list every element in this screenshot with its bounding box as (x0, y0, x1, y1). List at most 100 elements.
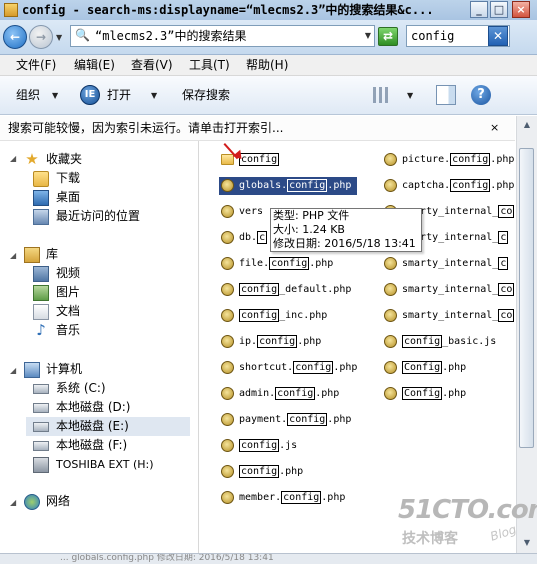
refresh-button[interactable]: ⇄ (378, 27, 398, 46)
organize-dropdown-icon[interactable]: ▼ (52, 91, 58, 100)
clear-search-button[interactable]: ✕ (488, 26, 508, 46)
preview-pane-icon[interactable] (436, 85, 456, 105)
nav-recent-places[interactable]: 最近访问的位置 (30, 207, 190, 226)
nav-drive-h[interactable]: TOSHIBA EXT (H:) (30, 455, 190, 474)
nav-documents[interactable]: 文档 (30, 302, 190, 321)
result-item[interactable]: payment. config .php (219, 411, 357, 429)
scroll-up-icon[interactable]: ▲ (520, 118, 534, 132)
expand-computer-icon[interactable]: ◢ (10, 366, 16, 375)
nav-drive-f[interactable]: 本地磁盘 (F:) (30, 436, 190, 455)
result-item[interactable]: smarty_internal_ c (382, 255, 515, 273)
nav-label: 下载 (56, 171, 81, 185)
result-item[interactable]: captcha. config .php (382, 177, 515, 195)
nav-pictures[interactable]: 图片 (30, 283, 190, 302)
title-bar: config - search-ms:displayname=“mlecms2.… (0, 0, 537, 20)
menu-file[interactable]: 文件(F) (16, 55, 56, 75)
minimize-button[interactable]: _ (470, 1, 488, 18)
result-item[interactable]: smarty_internal_ co (382, 281, 515, 299)
navigation-pane: ◢ ★ 收藏夹 下载 桌面 最近访问的位置 ◢ 库 视频 图片 文档 ♪ 音乐 … (0, 141, 199, 553)
search-match-highlight: config (239, 439, 280, 452)
nav-videos[interactable]: 视频 (30, 264, 190, 283)
result-item[interactable]: admin. config .php (219, 385, 357, 403)
result-filename: ip. config .php (239, 333, 321, 351)
address-field[interactable]: 🔍 “mlecms2.3”中的搜索结果 ▼ (70, 25, 375, 47)
nav-downloads[interactable]: 下载 (30, 169, 190, 188)
search-match-highlight: c (498, 257, 509, 270)
result-item[interactable]: config .js (219, 437, 357, 455)
result-filename: smarty_internal_ co (402, 307, 515, 325)
php-file-icon (221, 205, 234, 218)
result-item[interactable]: config _inc.php (219, 307, 357, 325)
save-search-button[interactable]: 保存搜索 (182, 76, 230, 114)
nav-network[interactable]: 网络 (20, 492, 190, 511)
search-match-highlight: co (498, 205, 515, 218)
tooltip-modified: 修改日期: 2016/5/18 13:41 (273, 237, 416, 250)
result-filename: admin. config .php (239, 385, 339, 403)
nav-drive-d[interactable]: 本地磁盘 (D:) (30, 398, 190, 417)
address-dropdown-icon[interactable]: ▼ (365, 26, 371, 46)
system-drive-icon (33, 384, 49, 394)
result-item[interactable]: config _default.php (219, 281, 357, 299)
nav-music[interactable]: ♪ 音乐 (30, 321, 190, 340)
vertical-scrollbar[interactable]: ▲ ▼ (516, 116, 537, 553)
expand-libraries-icon[interactable]: ◢ (10, 251, 16, 260)
nav-label: 网络 (46, 494, 71, 508)
help-icon[interactable]: ? (471, 85, 491, 105)
nav-label: 最近访问的位置 (56, 209, 141, 223)
search-match-highlight: c (257, 231, 268, 244)
php-file-icon (221, 179, 234, 192)
result-item[interactable]: globals. config .php (219, 177, 357, 195)
close-window-button[interactable]: × (512, 1, 530, 18)
usb-drive-icon (33, 457, 49, 473)
nav-libraries[interactable]: 库 (20, 245, 190, 264)
open-button[interactable]: 打开 (107, 76, 131, 114)
result-item[interactable]: Config .php (382, 359, 515, 377)
result-item[interactable]: Config .php (382, 385, 515, 403)
expand-favorites-icon[interactable]: ◢ (10, 154, 16, 163)
expand-network-icon[interactable]: ◢ (10, 498, 16, 507)
search-match-highlight: Config (402, 387, 443, 400)
view-dropdown-icon[interactable]: ▼ (407, 91, 413, 100)
php-file-icon (221, 361, 234, 374)
result-item[interactable]: file. config .php (219, 255, 357, 273)
view-options-icon[interactable] (373, 87, 391, 103)
result-filename: picture. config .php (402, 151, 514, 169)
nav-desktop[interactable]: 桌面 (30, 188, 190, 207)
result-item[interactable]: picture. config .php (382, 151, 515, 169)
search-match-highlight: config (269, 257, 310, 270)
menu-view[interactable]: 查看(V) (131, 55, 173, 75)
nav-computer[interactable]: 计算机 (20, 360, 190, 379)
watermark-blog: Blog (488, 522, 519, 544)
result-item[interactable]: shortcut. config .php (219, 359, 357, 377)
result-filename: captcha. config .php (402, 177, 514, 195)
scroll-thumb[interactable] (519, 148, 534, 448)
menu-edit[interactable]: 编辑(E) (74, 55, 115, 75)
nav-label: 文档 (56, 304, 81, 318)
nav-drive-e[interactable]: 本地磁盘 (E:) (26, 417, 190, 436)
result-item[interactable]: member. config .php (219, 489, 357, 507)
result-item[interactable]: ip. config .php (219, 333, 357, 351)
history-dropdown-icon[interactable]: ▼ (56, 33, 62, 42)
back-button[interactable]: ← (3, 25, 27, 49)
nav-label: TOSHIBA EXT (H:) (56, 458, 154, 471)
maximize-button[interactable]: □ (490, 1, 508, 18)
search-match-highlight: co (498, 309, 515, 322)
open-dropdown-icon[interactable]: ▼ (151, 91, 157, 100)
search-match-highlight: config (450, 153, 491, 166)
filename-suffix: .php (333, 362, 358, 373)
organize-button[interactable]: 组织 (16, 76, 40, 114)
nav-label: 收藏夹 (46, 152, 83, 166)
menu-help[interactable]: 帮助(H) (246, 55, 288, 75)
result-item[interactable]: config .php (219, 463, 357, 481)
nav-favorites[interactable]: ★ 收藏夹 (20, 150, 190, 169)
filename-suffix: .php (490, 180, 515, 191)
result-item[interactable]: config _basic.js (382, 333, 515, 351)
close-infobar-icon[interactable]: × (490, 116, 499, 140)
computer-icon (24, 362, 40, 378)
result-item[interactable]: smarty_internal_ co (382, 307, 515, 325)
forward-button[interactable]: → (29, 25, 53, 49)
nav-drive-c[interactable]: 系统 (C:) (30, 379, 190, 398)
search-match-highlight: Config (402, 361, 443, 374)
info-bar[interactable]: 搜索可能较慢，因为索引未运行。请单击打开索引... × (0, 116, 515, 141)
menu-tools[interactable]: 工具(T) (189, 55, 230, 75)
